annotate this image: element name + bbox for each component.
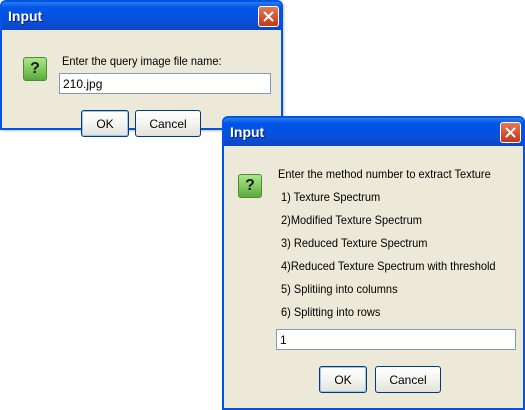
dialog-titlebar[interactable]: Input (2, 2, 281, 30)
option-item: 3) Reduced Texture Spectrum (281, 236, 428, 250)
ok-button[interactable]: OK (319, 366, 367, 393)
close-button[interactable] (258, 5, 279, 27)
dialog-titlebar[interactable]: Input (224, 118, 523, 146)
prompt-label: Enter the method number to extract Textu… (278, 167, 491, 181)
question-icon: ? (23, 57, 47, 81)
dialog-title: Input (8, 8, 43, 24)
cancel-button[interactable]: Cancel (135, 110, 201, 137)
dialog-title: Input (230, 124, 265, 140)
close-icon (505, 127, 516, 137)
option-item: 6) Splitting into rows (281, 305, 381, 319)
file-name-input[interactable] (59, 73, 271, 94)
option-item: 1) Texture Spectrum (281, 190, 381, 204)
option-item: 5) Splitiing into columns (281, 282, 398, 296)
method-number-input[interactable] (276, 329, 516, 350)
close-button[interactable] (500, 121, 521, 143)
query-image-dialog: Input ? Enter the query image file name:… (0, 0, 283, 137)
cancel-button[interactable]: Cancel (375, 366, 441, 393)
texture-method-dialog: Input ? Enter the method number to extra… (222, 116, 525, 410)
question-icon: ? (238, 174, 262, 198)
prompt-label: Enter the query image file name: (62, 54, 222, 68)
close-icon (263, 11, 274, 21)
option-item: 4)Reduced Texture Spectrum with threshol… (281, 259, 496, 273)
option-item: 2)Modified Texture Spectrum (281, 213, 422, 227)
ok-button[interactable]: OK (81, 110, 129, 137)
